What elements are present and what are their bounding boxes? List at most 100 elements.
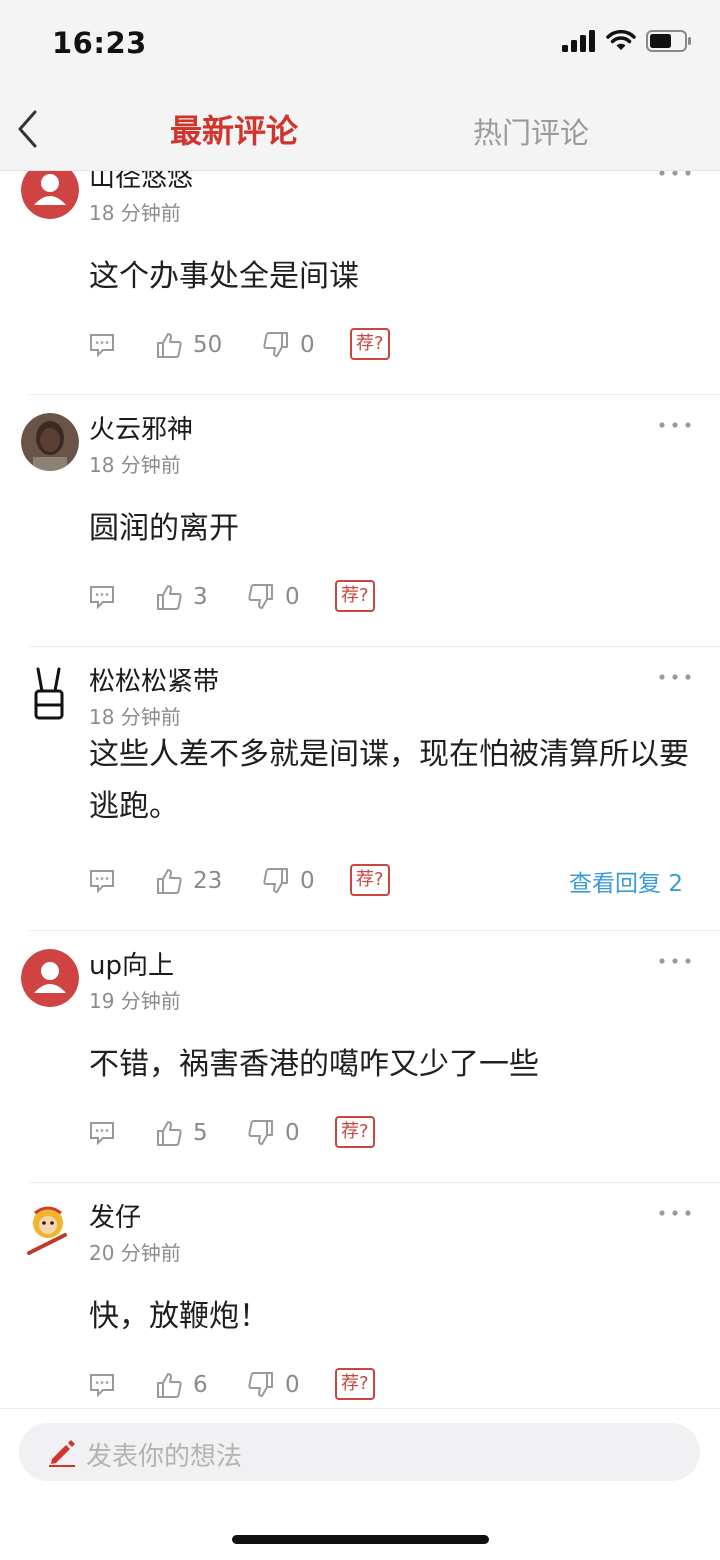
dislike-button[interactable]: 0 [262,327,315,363]
comment-input[interactable]: 发表你的想法 [19,1423,700,1481]
comment-content: 快，放鞭炮！ [89,1299,269,1334]
status-time: 16:23 [52,26,147,60]
default-avatar-icon [21,171,79,219]
thumbs-up-icon [157,1373,182,1398]
more-options-button[interactable] [658,669,692,683]
comment-bubble-icon [90,334,114,358]
more-options-button[interactable] [658,417,692,431]
avatar[interactable] [21,171,79,219]
comment-time: 19 分钟前 [89,989,181,1013]
reply-button[interactable] [89,1115,115,1151]
signal-icon [562,30,595,52]
like-button[interactable]: 23 [155,863,222,899]
comment-actions: 5 0 荐? [89,1115,699,1151]
more-dots-icon [659,958,691,964]
divider [30,1182,720,1183]
more-dots-icon [659,422,691,428]
comment-bubble-icon [90,1374,114,1398]
comment-list[interactable]: 山径悠悠 18 分钟前 这个办事处全是间谍 50 0 荐? 火云邪神 18 分钟… [0,171,720,1408]
comment-actions: 3 0 荐? [89,579,699,615]
default-avatar-icon [21,949,79,1007]
thumbs-down-icon [248,584,273,609]
more-options-button[interactable] [658,1205,692,1219]
username[interactable]: up向上 [89,949,174,983]
wifi-icon [606,30,636,50]
avatar[interactable] [21,413,79,471]
dislike-count: 0 [285,1372,300,1398]
dislike-button[interactable]: 0 [247,1115,300,1151]
comment-actions: 23 0 荐? 查看回复 2 [89,863,699,899]
divider [30,930,720,931]
chevron-left-icon [18,110,37,148]
avatar[interactable] [21,949,79,1007]
reply-button[interactable] [89,863,115,899]
reply-button[interactable] [89,1367,115,1403]
comment-content: 这些人差不多就是间谍，现在怕被清算所以要逃跑。 [89,737,689,824]
photo-avatar-icon [21,413,79,471]
sketch-avatar-icon [21,665,79,723]
recommend-tag[interactable]: 荐? [335,580,375,612]
input-placeholder: 发表你的想法 [86,1442,243,1472]
recommend-tag[interactable]: 荐? [350,328,390,360]
divider [30,646,720,647]
view-replies-link[interactable]: 查看回复 2 [569,864,683,898]
more-dots-icon [659,171,691,176]
more-dots-icon [659,1210,691,1216]
comment-time: 18 分钟前 [89,201,181,225]
like-count: 50 [193,332,223,358]
more-dots-icon [659,674,691,680]
dislike-button[interactable]: 0 [262,863,315,899]
thumbs-down-icon [263,332,288,357]
dislike-count: 0 [300,868,315,894]
like-button[interactable]: 6 [155,1367,208,1403]
dislike-button[interactable]: 0 [247,1367,300,1403]
tab-hot-comments[interactable]: 热门评论 [473,110,589,152]
battery-icon [646,30,691,52]
more-options-button[interactable] [658,171,692,179]
dislike-count: 0 [285,584,300,610]
thumbs-down-icon [248,1120,273,1145]
like-count: 6 [193,1372,208,1398]
divider [30,394,720,395]
bottom-bar: 发表你的想法 [0,1408,720,1560]
avatar[interactable] [21,1201,79,1259]
comment-content: 圆润的离开 [89,511,239,546]
dislike-button[interactable]: 0 [247,579,300,615]
status-icons [562,30,692,52]
username[interactable]: 山径悠悠 [89,171,193,195]
reply-button[interactable] [89,327,115,363]
recommend-tag[interactable]: 荐? [335,1116,375,1148]
dislike-count: 0 [285,1120,300,1146]
pen-icon [49,1440,75,1467]
back-button[interactable] [10,106,50,152]
username[interactable]: 火云邪神 [89,413,193,447]
status-bar: 16:23 [0,0,720,88]
comment-bubble-icon [90,870,114,894]
like-button[interactable]: 5 [155,1115,208,1151]
thumbs-up-icon [157,869,182,894]
home-indicator [232,1535,489,1544]
thumbs-down-icon [248,1372,273,1397]
like-button[interactable]: 3 [155,579,208,615]
like-count: 3 [193,584,208,610]
recommend-tag[interactable]: 荐? [350,864,390,896]
comment-content: 不错，祸害香港的噶咋又少了一些 [89,1047,539,1082]
avatar[interactable] [21,665,79,723]
thumbs-up-icon [157,333,182,358]
username[interactable]: 发仔 [89,1201,141,1235]
comment-actions: 6 0 荐? [89,1367,699,1403]
thumbs-down-icon [263,868,288,893]
comment-actions: 50 0 荐? [89,327,699,363]
like-count: 23 [193,868,223,894]
thumbs-up-icon [157,1121,182,1146]
reply-button[interactable] [89,579,115,615]
username[interactable]: 松松松紧带 [89,665,219,699]
tab-latest-comments[interactable]: 最新评论 [170,106,298,152]
dislike-count: 0 [300,332,315,358]
like-count: 5 [193,1120,208,1146]
recommend-tag[interactable]: 荐? [335,1368,375,1400]
comment-content: 这个办事处全是间谍 [89,259,359,294]
more-options-button[interactable] [658,953,692,967]
like-button[interactable]: 50 [155,327,222,363]
thumbs-up-icon [157,585,182,610]
